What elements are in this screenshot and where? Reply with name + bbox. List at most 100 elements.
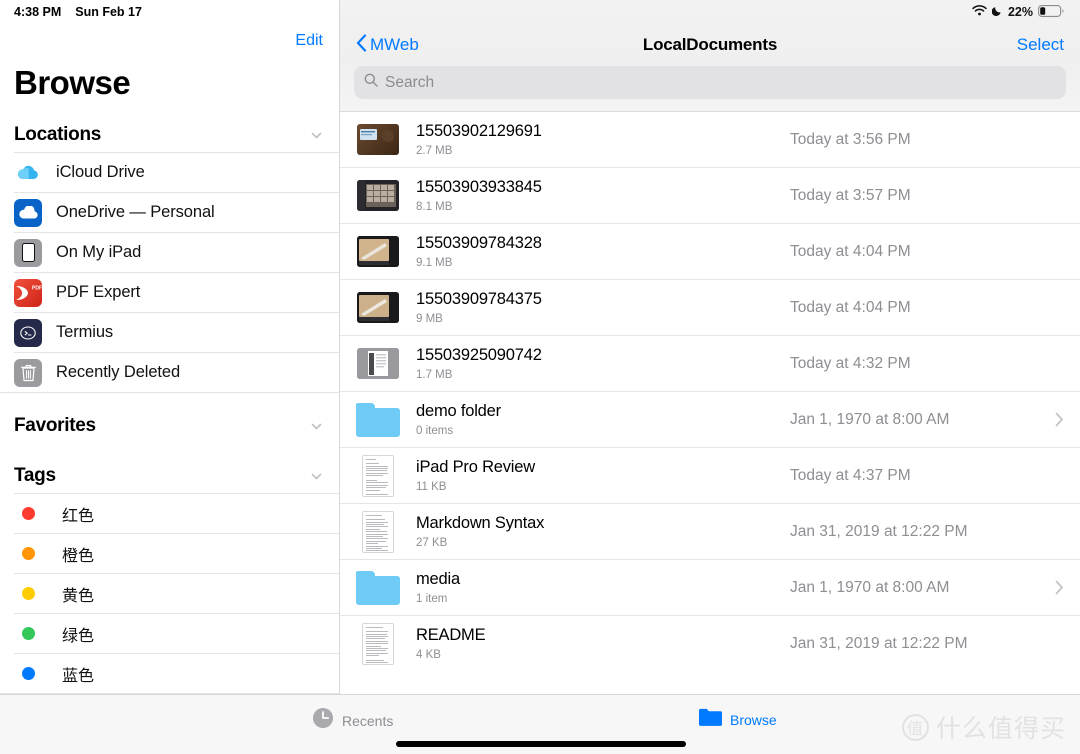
file-list: 15503902129691 2.7 MB Today at 3:56 PM 1… [340, 111, 1080, 694]
section-header-locations[interactable]: Locations [0, 102, 339, 152]
back-button[interactable]: MWeb [356, 33, 419, 57]
file-name: media [416, 570, 460, 589]
chevron-down-icon[interactable] [310, 420, 323, 433]
file-name: 15503909784328 [416, 234, 542, 253]
sidebar-tag-orange[interactable]: 橙色 [14, 533, 339, 573]
chevron-down-icon[interactable] [310, 129, 323, 142]
chevron-right-icon[interactable] [1042, 580, 1064, 595]
document-thumbnail-icon [356, 622, 400, 666]
sidebar-item-label: iCloud Drive [56, 163, 145, 181]
battery-percent: 22% [1007, 5, 1033, 19]
tag-dot-icon [14, 627, 42, 640]
sidebar-tag-blue[interactable]: 蓝色 [14, 653, 339, 693]
home-indicator[interactable] [396, 741, 686, 747]
search-input[interactable]: Search [354, 66, 1066, 99]
section-title-locations: Locations [14, 124, 102, 145]
photo-thumbnail-icon [356, 286, 400, 330]
sidebar-item-label: OneDrive — Personal [56, 203, 215, 221]
back-button-label: MWeb [370, 35, 419, 54]
file-date: Today at 4:32 PM [790, 354, 911, 372]
tab-bar: Recents Browse 值 什么值得买 [0, 694, 1080, 754]
file-meta: demo folder 0 items [416, 402, 772, 437]
battery-icon [1038, 4, 1064, 20]
tag-label: 橙色 [62, 545, 95, 565]
file-date: Today at 4:04 PM [790, 298, 911, 316]
select-button[interactable]: Select [1017, 35, 1064, 55]
ipad-icon [14, 238, 42, 267]
table-row[interactable]: media 1 item Jan 1, 1970 at 8:00 AM [340, 559, 1080, 615]
table-row[interactable]: 15503903933845 8.1 MB Today at 3:57 PM [340, 167, 1080, 223]
table-row[interactable]: demo folder 0 items Jan 1, 1970 at 8:00 … [340, 391, 1080, 447]
sidebar-item-onedrive[interactable]: OneDrive — Personal [14, 192, 339, 232]
sidebar-item-on-my-ipad[interactable]: On My iPad [14, 232, 339, 272]
sidebar-item-label: On My iPad [56, 243, 142, 261]
document-thumbnail-icon [356, 510, 400, 554]
chevron-down-icon[interactable] [310, 470, 323, 483]
sidebar-tag-yellow[interactable]: 黄色 [14, 573, 339, 613]
wifi-icon [972, 5, 987, 19]
tab-recents[interactable]: Recents [312, 707, 393, 734]
file-name: 15503903933845 [416, 178, 542, 197]
tab-recents-label: Recents [342, 712, 394, 729]
clock-icon [312, 707, 334, 734]
search-wrap: Search [340, 66, 1080, 111]
file-size: 4 KB [416, 648, 441, 661]
search-icon [364, 73, 378, 92]
sidebar-tag-green[interactable]: 绿色 [14, 613, 339, 653]
sidebar-item-icloud-drive[interactable]: iCloud Drive [14, 152, 339, 192]
table-row[interactable]: 15503925090742 1.7 MB Today at 4:32 PM [340, 335, 1080, 391]
tab-browse[interactable]: Browse [698, 707, 777, 732]
tag-dot-icon [14, 587, 42, 600]
page-title: Browse [14, 64, 131, 101]
sidebar-tag-red[interactable]: 红色 [14, 493, 339, 533]
tag-label: 绿色 [62, 625, 95, 645]
photo-thumbnail-icon [356, 174, 400, 218]
file-size: 1 item [416, 592, 448, 605]
tag-label: 黄色 [62, 585, 95, 605]
file-date: Jan 31, 2019 at 12:22 PM [790, 522, 968, 540]
table-row[interactable]: 15503902129691 2.7 MB Today at 3:56 PM [340, 111, 1080, 167]
tag-label: 红色 [62, 505, 95, 525]
photo-thumbnail-icon [356, 342, 400, 386]
content-area: 4:38 PM Sun Feb 17 Edit Browse Locations [0, 0, 1080, 694]
section-header-tags[interactable]: Tags [0, 443, 339, 493]
chevron-right-icon[interactable] [1042, 412, 1064, 427]
tag-dot-icon [14, 547, 42, 560]
file-name: Markdown Syntax [416, 514, 545, 533]
table-row[interactable]: 15503909784328 9.1 MB Today at 4:04 PM [340, 223, 1080, 279]
termius-icon [14, 318, 42, 347]
nav-bar: MWeb LocalDocuments Select [340, 24, 1080, 66]
section-header-favorites[interactable]: Favorites [0, 393, 339, 443]
file-size: 0 items [416, 424, 454, 437]
folder-icon [356, 566, 400, 610]
table-row[interactable]: iPad Pro Review 11 KB Today at 4:37 PM [340, 447, 1080, 503]
tab-browse-label: Browse [730, 711, 777, 728]
file-name: 15503902129691 [416, 122, 542, 141]
tag-label: 蓝色 [62, 665, 95, 685]
onedrive-icon [14, 198, 42, 227]
tags-list: 红色 橙色 黄色 绿色 蓝色 [0, 493, 339, 694]
file-meta: README 4 KB [416, 626, 772, 661]
sidebar-item-termius[interactable]: Termius [14, 312, 339, 352]
edit-button[interactable]: Edit [295, 32, 323, 50]
icloud-icon [14, 158, 42, 187]
file-meta: 15503903933845 8.1 MB [416, 178, 772, 213]
file-meta: 15503925090742 1.7 MB [416, 346, 772, 381]
file-date: Today at 4:04 PM [790, 242, 911, 260]
file-name: 15503925090742 [416, 346, 542, 365]
watermark-mark: 值 [901, 713, 929, 741]
document-thumbnail-icon [356, 454, 400, 498]
svg-text:PDF: PDF [32, 285, 42, 291]
sidebar-item-pdf-expert[interactable]: PDF PDF Expert [14, 272, 339, 312]
file-name: 15503909784375 [416, 290, 542, 309]
file-size: 9 MB [416, 312, 443, 325]
table-row[interactable]: Markdown Syntax 27 KB Jan 31, 2019 at 12… [340, 503, 1080, 559]
table-row[interactable]: README 4 KB Jan 31, 2019 at 12:22 PM [340, 615, 1080, 671]
file-date: Jan 31, 2019 at 12:22 PM [790, 634, 968, 652]
file-meta: 15503902129691 2.7 MB [416, 122, 772, 157]
sidebar-item-recently-deleted[interactable]: Recently Deleted [14, 352, 339, 392]
file-meta: Markdown Syntax 27 KB [416, 514, 772, 549]
status-bar-left: 4:38 PM Sun Feb 17 [0, 0, 339, 24]
file-size: 2.7 MB [416, 144, 453, 157]
table-row[interactable]: 15503909784375 9 MB Today at 4:04 PM [340, 279, 1080, 335]
